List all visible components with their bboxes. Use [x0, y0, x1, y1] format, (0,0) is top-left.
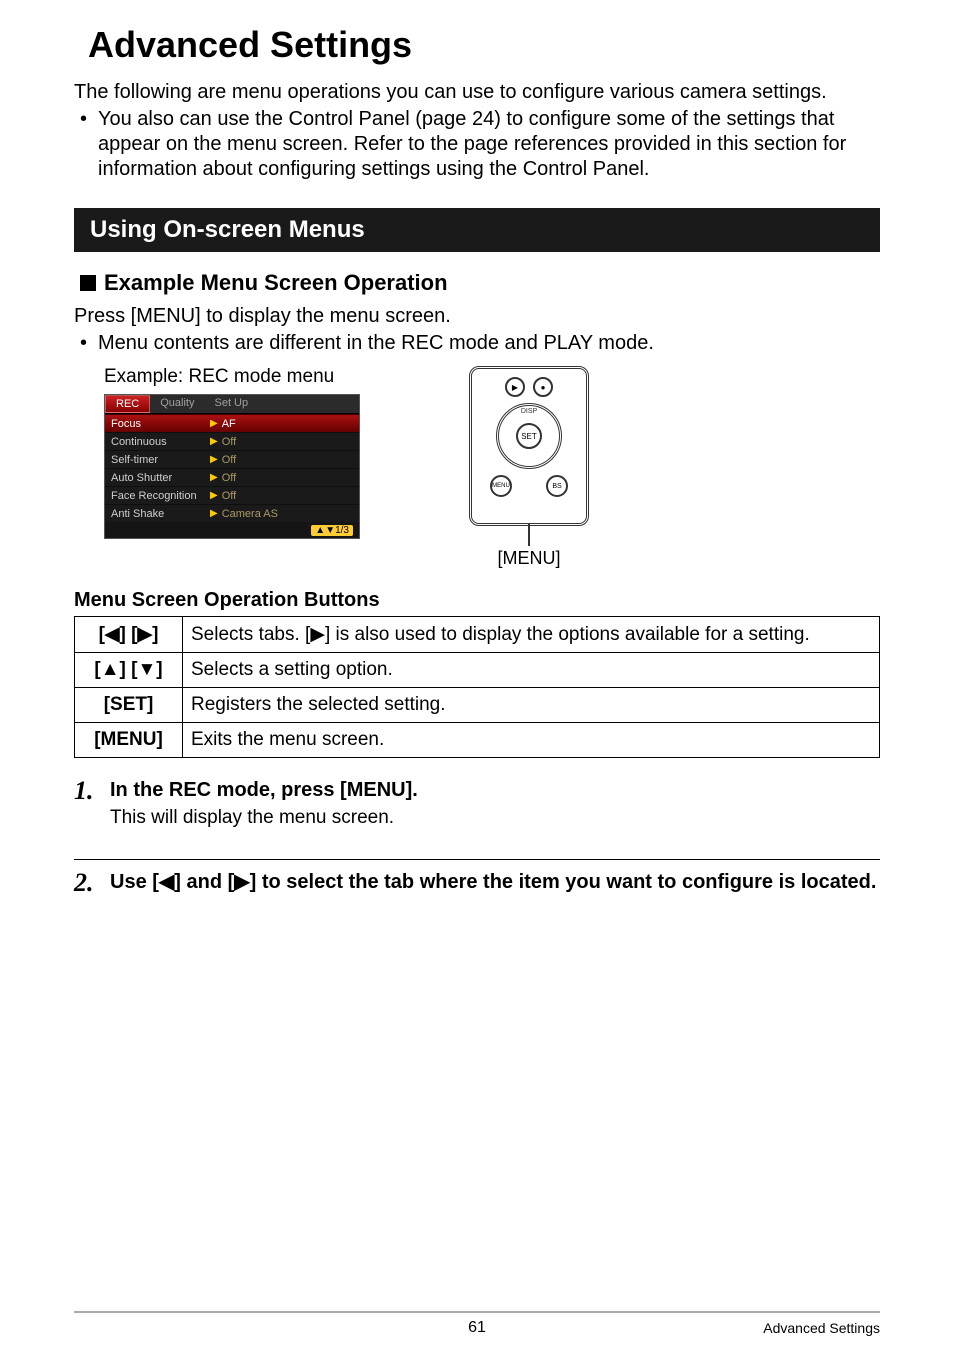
ops-desc: Selects tabs. [▶] is also used to displa… — [183, 617, 880, 653]
step-number: 2. — [74, 870, 110, 896]
table-row: [MENU] Exits the menu screen. — [75, 723, 880, 758]
rec-menu-arrow-icon: ▶ — [210, 454, 218, 465]
rec-menu-item-name: Focus — [111, 418, 206, 430]
rec-menu-arrow-icon: ▶ — [210, 418, 218, 429]
sub-bullet-row: • Menu contents are different in the REC… — [74, 331, 880, 356]
ops-key: [◀] [▶] — [75, 617, 183, 653]
intro-paragraph: The following are menu operations you ca… — [74, 80, 880, 105]
rec-menu-arrow-icon: ▶ — [210, 508, 218, 519]
table-row: [SET] Registers the selected setting. — [75, 688, 880, 723]
rec-menu-tabs: REC Quality Set Up — [105, 395, 359, 414]
rec-menu-item-value: Off — [222, 454, 236, 466]
step-title: In the REC mode, press [MENU]. — [110, 778, 880, 803]
step-title: Use [◀] and [▶] to select the tab where … — [110, 870, 880, 895]
menu-button-icon: MENU — [490, 475, 512, 497]
rec-menu-item-value: Off — [222, 472, 236, 484]
ops-desc: Exits the menu screen. — [183, 723, 880, 758]
step-description: This will display the menu screen. — [110, 807, 880, 829]
controller-illustration: ▶ ● DISP SET MENU BS [MENU] — [444, 366, 614, 569]
controller-top-row: ▶ ● — [505, 377, 553, 397]
controller-bottom-row: MENU BS — [490, 475, 568, 497]
sub-paragraph: Press [MENU] to display the menu screen. — [74, 304, 880, 329]
rec-menu-tab-rec: REC — [105, 395, 150, 413]
footer-section-label: Advanced Settings — [763, 1320, 880, 1336]
rec-menu-item: Face Recognition ▶ Off — [105, 486, 359, 504]
ops-key: [▲] [▼] — [75, 653, 183, 688]
rec-menu-item: Self-timer ▶ Off — [105, 450, 359, 468]
ring-top-label: DISP — [521, 408, 537, 415]
section-header-bar: Using On-screen Menus — [74, 208, 880, 252]
intro-bullet-row: • You also can use the Control Panel (pa… — [74, 107, 880, 182]
footer-page-number: 61 — [468, 1319, 486, 1337]
rec-menu-item: Continuous ▶ Off — [105, 432, 359, 450]
bullet-dot: • — [80, 107, 98, 182]
rec-menu-item-name: Auto Shutter — [111, 472, 206, 484]
ops-key: [MENU] — [75, 723, 183, 758]
page-title: Advanced Settings — [88, 24, 880, 66]
controller-caption: [MENU] — [498, 548, 561, 569]
step-number: 1. — [74, 778, 110, 804]
ops-desc: Registers the selected setting. — [183, 688, 880, 723]
rec-menu-item-value: Off — [222, 436, 236, 448]
rec-menu-item-name: Anti Shake — [111, 508, 206, 520]
sub-heading-text: Example Menu Screen Operation — [104, 270, 448, 296]
rec-menu-item: Auto Shutter ▶ Off — [105, 468, 359, 486]
operation-buttons-table: [◀] [▶] Selects tabs. [▶] is also used t… — [74, 616, 880, 758]
rec-menu-item-name: Self-timer — [111, 454, 206, 466]
bullet-dot: • — [80, 331, 98, 356]
rec-menu-item: Anti Shake ▶ Camera AS — [105, 504, 359, 522]
rec-menu-arrow-icon: ▶ — [210, 436, 218, 447]
table-row: [▲] [▼] Selects a setting option. — [75, 653, 880, 688]
rec-menu-tab-setup: Set Up — [204, 395, 258, 413]
bs-button-icon: BS — [546, 475, 568, 497]
ops-desc: Selects a setting option. — [183, 653, 880, 688]
ops-key: [SET] — [75, 688, 183, 723]
rec-menu-item-name: Face Recognition — [111, 490, 206, 502]
sub-heading: Example Menu Screen Operation — [80, 270, 880, 296]
rec-menu-item-value: AF — [222, 418, 236, 430]
play-icon: ▶ — [505, 377, 525, 397]
callout-line — [528, 524, 530, 546]
table-row: [◀] [▶] Selects tabs. [▶] is also used t… — [75, 617, 880, 653]
rec-menu-page-indicator-text: ▲▼1/3 — [311, 525, 353, 536]
step-item: 1. In the REC mode, press [MENU]. This w… — [74, 778, 880, 839]
rec-mode-menu-illustration: REC Quality Set Up Focus ▶ AF Continuous… — [104, 394, 360, 539]
rec-menu-item-name: Continuous — [111, 436, 206, 448]
example-caption: Example: REC mode menu — [104, 366, 394, 388]
rec-menu-item-value: Camera AS — [222, 508, 278, 520]
sub-bullet-text: Menu contents are different in the REC m… — [98, 331, 880, 356]
controller-body: ▶ ● DISP SET MENU BS — [469, 366, 589, 526]
intro-bullet-text: You also can use the Control Panel (page… — [98, 107, 880, 182]
page-footer: 61 Advanced Settings — [74, 1311, 880, 1337]
rec-menu-arrow-icon: ▶ — [210, 490, 218, 501]
rec-menu-tab-quality: Quality — [150, 395, 204, 413]
record-icon: ● — [533, 377, 553, 397]
rec-menu-item: Focus ▶ AF — [105, 414, 359, 432]
rec-menu-page-indicator: ▲▼1/3 — [105, 522, 359, 538]
controller-ring: DISP SET — [496, 403, 562, 469]
sub-heading-square-icon — [80, 275, 96, 291]
rec-menu-arrow-icon: ▶ — [210, 472, 218, 483]
set-button-icon: SET — [516, 423, 542, 449]
rec-menu-item-value: Off — [222, 490, 236, 502]
table-caption: Menu Screen Operation Buttons — [74, 589, 880, 612]
step-item: 2. Use [◀] and [▶] to select the tab whe… — [74, 859, 880, 906]
